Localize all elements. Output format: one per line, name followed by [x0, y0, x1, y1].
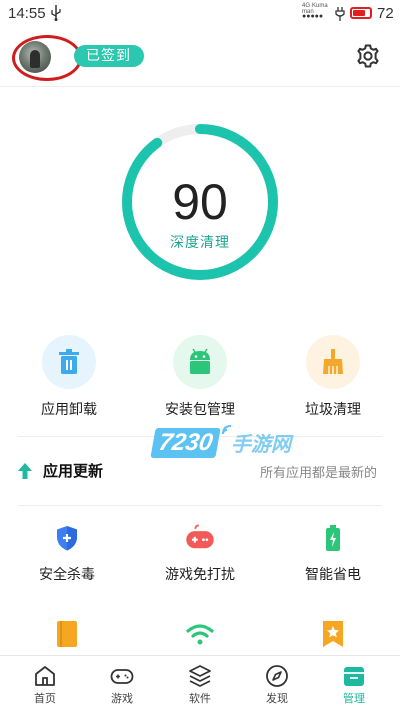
book-icon[interactable]	[52, 619, 82, 649]
gamepad-icon	[110, 669, 134, 684]
nav-label: 管理	[343, 692, 365, 705]
section-divider	[18, 505, 382, 506]
gear-icon[interactable]	[355, 43, 381, 69]
nav-label: 发现	[266, 692, 288, 705]
nav-software[interactable]: 软件	[160, 656, 240, 711]
signal-strength-icon: ●●●●●	[302, 13, 324, 20]
arrow-up-icon	[18, 463, 32, 479]
score-label: 深度清理	[170, 235, 230, 251]
nav-manage[interactable]: 管理	[314, 656, 394, 711]
home-icon	[35, 666, 55, 686]
highlight-circle	[12, 35, 82, 81]
tool-label: 应用卸载	[41, 402, 97, 418]
junk-cleanup-button[interactable]: 垃圾清理	[278, 335, 388, 421]
tool-label: 垃圾清理	[305, 402, 361, 418]
nav-label: 首页	[34, 692, 56, 705]
watermark-text: 手游网	[231, 432, 291, 456]
game-dnd-button[interactable]: 游戏免打扰	[135, 524, 265, 584]
usb-icon	[51, 5, 61, 21]
tool-icon-bg	[42, 335, 96, 389]
nav-label: 游戏	[111, 692, 133, 705]
score-value: 90	[172, 174, 228, 230]
nav-label: 软件	[189, 692, 211, 705]
nav-home[interactable]: 首页	[5, 656, 85, 711]
bookmark-icon[interactable]	[318, 619, 348, 649]
watermark: 7230 手游网	[150, 425, 303, 460]
tool-icon-bg	[306, 335, 360, 389]
antivirus-button[interactable]: 安全杀毒	[2, 524, 132, 584]
uninstall-apps-button[interactable]: 应用卸载	[14, 335, 124, 421]
battery-icon	[326, 525, 340, 551]
tool-label: 安装包管理	[165, 402, 235, 418]
status-bar: 14:55 4G·Kuma man ●●●●● 72	[0, 0, 400, 28]
package-manager-button[interactable]: 安装包管理	[145, 335, 255, 421]
gamepad-icon	[186, 524, 214, 549]
manage-icon	[344, 667, 364, 686]
broom-icon	[323, 349, 343, 374]
android-package-icon	[190, 348, 210, 374]
power-saving-button[interactable]: 智能省电	[268, 524, 398, 584]
nav-games[interactable]: 游戏	[82, 656, 162, 711]
layers-icon	[189, 665, 211, 687]
shield-icon	[57, 526, 77, 551]
tool-icon-bg	[173, 335, 227, 389]
charging-icon	[335, 7, 345, 21]
checkin-badge[interactable]: 已签到	[74, 45, 144, 67]
update-status: 所有应用都是最新的	[259, 466, 377, 481]
watermark-number: 7230	[150, 428, 222, 458]
update-title[interactable]: 应用更新	[43, 460, 103, 481]
wifi-icon[interactable]	[185, 619, 215, 649]
battery-level: 72	[377, 5, 394, 22]
feature-label: 游戏免打扰	[165, 567, 235, 583]
bottom-nav: 首页 游戏 软件 发现 管理	[0, 655, 400, 711]
feature-label: 安全杀毒	[39, 567, 95, 583]
header-divider	[0, 86, 400, 87]
trash-icon	[59, 349, 79, 374]
battery-icon	[350, 7, 372, 19]
status-time: 14:55	[8, 5, 46, 22]
nav-discover[interactable]: 发现	[237, 656, 317, 711]
feature-label: 智能省电	[305, 567, 361, 583]
compass-icon	[266, 665, 288, 687]
battery-fill	[353, 10, 365, 16]
